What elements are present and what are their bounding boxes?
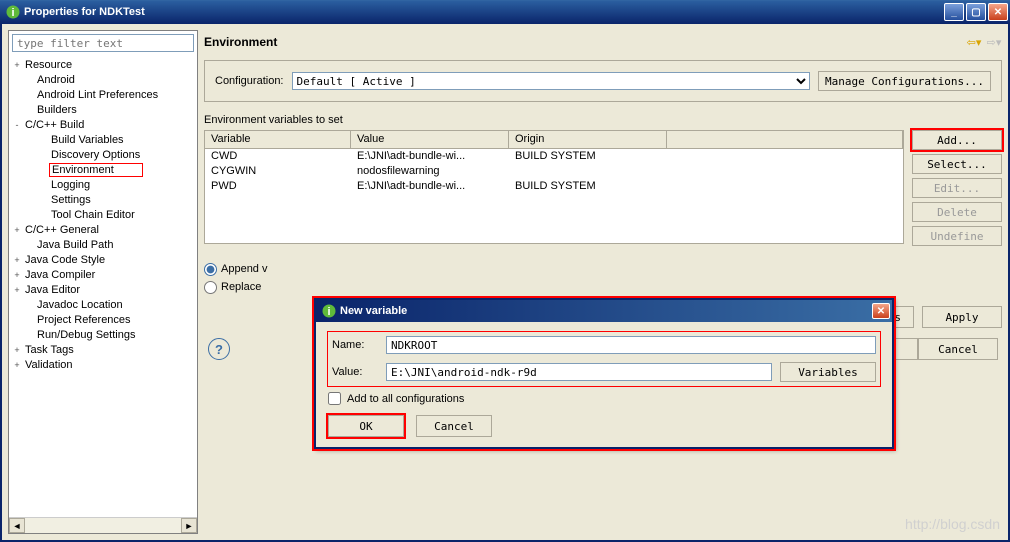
env-table[interactable]: Variable Value Origin CWDE:\JNI\adt-bund… (204, 130, 904, 244)
window-title: Properties for NDKTest (24, 6, 944, 18)
tree-item[interactable]: Logging (9, 177, 197, 192)
tree-item[interactable]: +Validation (9, 357, 197, 372)
table-row[interactable]: CYGWINnodosfilewarning (205, 164, 903, 179)
tree-item[interactable]: Android (9, 72, 197, 87)
append-radio[interactable]: Append v (204, 260, 1002, 278)
name-input[interactable] (386, 336, 876, 354)
apply-button[interactable]: Apply (922, 306, 1002, 328)
minimize-button[interactable]: _ (944, 3, 964, 21)
tree-item[interactable]: Discovery Options (9, 147, 197, 162)
svg-text:i: i (11, 7, 14, 19)
forward-icon[interactable]: ⇨▾ (986, 34, 1002, 50)
tree-item[interactable]: Tool Chain Editor (9, 207, 197, 222)
scroll-track[interactable] (25, 518, 181, 533)
tree-item[interactable]: +Java Editor (9, 282, 197, 297)
new-variable-dialog: i New variable ✕ Name: Value: Variables … (314, 298, 894, 449)
value-label: Value: (332, 366, 378, 378)
tree-item[interactable]: Builders (9, 102, 197, 117)
delete-button: Delete (912, 202, 1002, 222)
info-icon: i (6, 5, 20, 19)
tree-item[interactable]: Android Lint Preferences (9, 87, 197, 102)
col-spacer (667, 131, 903, 149)
tree-item[interactable]: Java Build Path (9, 237, 197, 252)
tree-item[interactable]: +Java Code Style (9, 252, 197, 267)
titlebar: i Properties for NDKTest _ ▢ ✕ (0, 0, 1010, 24)
select-button[interactable]: Select... (912, 154, 1002, 174)
back-icon[interactable]: ⇦▾ (966, 34, 982, 50)
replace-radio[interactable]: Replace (204, 278, 1002, 296)
config-label: Configuration: (215, 75, 284, 87)
help-icon[interactable]: ? (208, 338, 230, 360)
cancel-button[interactable]: Cancel (918, 338, 998, 360)
col-variable[interactable]: Variable (205, 131, 351, 149)
env-label: Environment variables to set (204, 114, 1002, 126)
manage-configs-button[interactable]: Manage Configurations... (818, 71, 991, 91)
tree-item[interactable]: +Java Compiler (9, 267, 197, 282)
undefine-button: Undefine (912, 226, 1002, 246)
tree-item[interactable]: +C/C++ General (9, 222, 197, 237)
table-row[interactable]: CWDE:\JNI\adt-bundle-wi...BUILD SYSTEM (205, 149, 903, 164)
table-row[interactable]: PWDE:\JNI\adt-bundle-wi...BUILD SYSTEM (205, 179, 903, 194)
tree-item[interactable]: -C/C++ Build (9, 117, 197, 132)
tree-item[interactable]: Environment (9, 162, 197, 177)
dialog-close-button[interactable]: ✕ (872, 303, 890, 319)
addall-label: Add to all configurations (347, 393, 464, 405)
addall-checkbox[interactable] (328, 392, 341, 405)
tree-item[interactable]: Settings (9, 192, 197, 207)
tree-item[interactable]: Run/Debug Settings (9, 327, 197, 342)
tree-item[interactable]: Javadoc Location (9, 297, 197, 312)
svg-text:i: i (327, 306, 330, 318)
add-button[interactable]: Add... (912, 130, 1002, 150)
dialog-cancel-button[interactable]: Cancel (416, 415, 492, 437)
tree[interactable]: +ResourceAndroidAndroid Lint Preferences… (9, 55, 197, 517)
tree-item[interactable]: Build Variables (9, 132, 197, 147)
maximize-button[interactable]: ▢ (966, 3, 986, 21)
tree-item[interactable]: +Task Tags (9, 342, 197, 357)
tree-item[interactable]: +Resource (9, 57, 197, 72)
value-input[interactable] (386, 363, 772, 381)
filter-input[interactable] (12, 34, 194, 52)
close-button[interactable]: ✕ (988, 3, 1008, 21)
scroll-right-button[interactable]: ► (181, 518, 197, 533)
edit-button: Edit... (912, 178, 1002, 198)
name-label: Name: (332, 339, 378, 351)
info-icon: i (322, 304, 336, 318)
col-value[interactable]: Value (351, 131, 509, 149)
scroll-left-button[interactable]: ◄ (9, 518, 25, 533)
hscrollbar[interactable]: ◄ ► (9, 517, 197, 533)
page-title: Environment (204, 35, 966, 49)
config-select[interactable]: Default [ Active ] (292, 72, 811, 90)
sidebar: +ResourceAndroidAndroid Lint Preferences… (8, 30, 198, 534)
variables-button[interactable]: Variables (780, 362, 876, 382)
col-origin[interactable]: Origin (509, 131, 667, 149)
tree-item[interactable]: Project References (9, 312, 197, 327)
dialog-title: New variable (340, 305, 872, 317)
dialog-ok-button[interactable]: OK (328, 415, 404, 437)
